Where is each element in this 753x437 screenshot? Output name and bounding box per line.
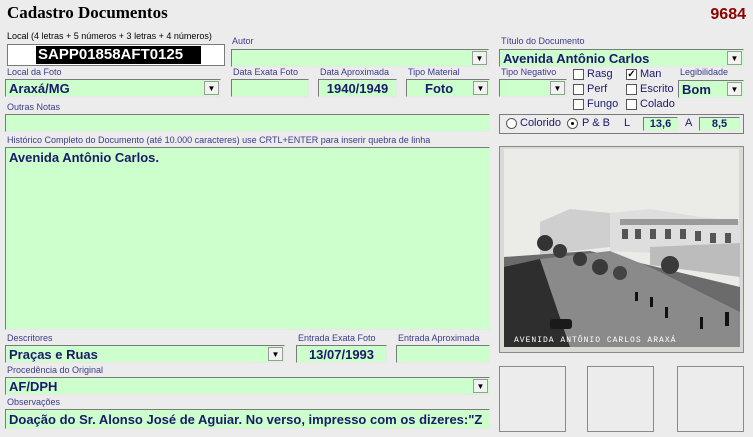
outras-notas-field[interactable] — [5, 114, 490, 132]
data-exata-foto-field[interactable] — [231, 79, 309, 97]
autor-field[interactable]: ▼ — [231, 49, 489, 67]
tipo-negativo-dropdown-button[interactable]: ▼ — [550, 81, 565, 95]
image-slot-3[interactable] — [677, 366, 744, 432]
titulo-value: Avenida Antônio Carlos — [503, 51, 650, 66]
entrada-aproximada-label: Entrada Aproximada — [398, 333, 480, 343]
titulo-label: Título do Documento — [501, 36, 585, 46]
autor-dropdown-button[interactable]: ▼ — [472, 51, 487, 65]
procedencia-dropdown-button[interactable]: ▼ — [473, 379, 488, 393]
colado-label: Colado — [640, 98, 675, 110]
local-foto-value: Araxá/MG — [9, 81, 70, 96]
colorido-radio[interactable] — [506, 118, 517, 129]
procedencia-value: AF/DPH — [9, 379, 58, 394]
local-foto-dropdown-button[interactable]: ▼ — [204, 81, 219, 95]
titulo-dropdown-button[interactable]: ▼ — [727, 51, 742, 65]
titulo-field[interactable]: Avenida Antônio Carlos ▼ — [499, 49, 744, 67]
tipo-material-dropdown-button[interactable]: ▼ — [473, 81, 488, 95]
legibilidade-label: Legibilidade — [680, 67, 729, 77]
observacoes-label: Observações — [7, 397, 61, 407]
legibilidade-dropdown-button[interactable]: ▼ — [727, 82, 742, 96]
street-photo-illustration — [500, 147, 743, 352]
entrada-exata-foto-field[interactable]: 13/07/1993 — [296, 345, 387, 363]
observacoes-field[interactable]: Doação do Sr. Alonso José de Aguiar. No … — [5, 409, 490, 429]
fungo-checkbox[interactable] — [573, 99, 584, 110]
document-photo: AVENIDA ANTÔNIO CARLOS ARAXÁ — [499, 146, 744, 353]
perf-label: Perf — [587, 83, 608, 95]
perf-checkbox[interactable] — [573, 84, 584, 95]
escrito-checkbox[interactable] — [626, 84, 637, 95]
procedencia-label: Procedência do Original — [7, 365, 104, 375]
local-foto-label: Local da Foto — [7, 67, 62, 77]
observacoes-value: Doação do Sr. Alonso José de Aguiar. No … — [9, 412, 483, 427]
man-label: Man — [640, 68, 662, 80]
local-field[interactable]: SAPP01858AFT0125 — [7, 44, 225, 66]
local-value: SAPP01858AFT0125 — [36, 46, 201, 64]
l-field[interactable]: 13,6 — [643, 117, 678, 131]
a-value: 8,5 — [711, 118, 728, 130]
entrada-aproximada-field[interactable] — [396, 345, 490, 363]
colado-checkbox[interactable] — [626, 99, 637, 110]
colorido-label: Colorido — [520, 117, 561, 129]
tipo-negativo-label: Tipo Negativo — [501, 67, 557, 77]
legibilidade-value: Bom — [682, 82, 711, 97]
autor-label: Autor — [232, 36, 254, 46]
data-aproximada-value: 1940/1949 — [326, 81, 389, 96]
fungo-label: Fungo — [587, 98, 619, 110]
record-id: 9684 — [710, 6, 746, 23]
image-slot-1[interactable] — [499, 366, 566, 432]
image-slot-2[interactable] — [587, 366, 654, 432]
procedencia-field[interactable]: AF/DPH ▼ — [5, 377, 490, 395]
pb-radio[interactable] — [567, 118, 578, 129]
man-checkbox[interactable]: ✓ — [626, 69, 637, 80]
a-field[interactable]: 8,5 — [699, 117, 740, 131]
descritores-dropdown-button[interactable]: ▼ — [268, 347, 283, 361]
l-value: 13,6 — [649, 118, 672, 130]
local-label: Local (4 letras + 5 números + 3 letras +… — [7, 31, 212, 41]
outras-notas-label: Outras Notas — [7, 102, 61, 112]
tipo-material-field[interactable]: Foto ▼ — [406, 79, 490, 97]
data-aproximada-field[interactable]: 1940/1949 — [318, 79, 397, 97]
legibilidade-field[interactable]: Bom ▼ — [678, 80, 744, 98]
l-label: L — [624, 117, 631, 129]
historico-value: Avenida Antônio Carlos. — [9, 150, 159, 165]
form-title: Cadastro Documentos — [7, 3, 168, 22]
descritores-value: Praças e Ruas — [9, 347, 98, 362]
data-aproximada-label: Data Aproximada — [320, 67, 390, 77]
data-exata-foto-label: Data Exata Foto — [233, 67, 299, 77]
pb-label: P & B — [582, 117, 610, 129]
color-mode-group: Colorido P & B L 13,6 A 8,5 — [499, 114, 744, 134]
tipo-material-value: Foto — [425, 81, 454, 96]
rasg-checkbox[interactable] — [573, 69, 584, 80]
rasg-label: Rasg — [587, 68, 613, 80]
tipo-negativo-field[interactable]: ▼ — [499, 79, 567, 97]
historico-label: Histórico Completo do Documento (até 10.… — [7, 135, 431, 145]
a-label: A — [685, 117, 693, 129]
tipo-material-label: Tipo Material — [408, 67, 460, 77]
local-foto-field[interactable]: Araxá/MG ▼ — [5, 79, 221, 97]
photo-caption: AVENIDA ANTÔNIO CARLOS ARAXÁ — [514, 336, 677, 345]
descritores-field[interactable]: Praças e Ruas ▼ — [5, 345, 285, 363]
historico-field[interactable]: Avenida Antônio Carlos. — [5, 147, 490, 330]
descritores-label: Descritores — [7, 333, 53, 343]
escrito-label: Escrito — [640, 83, 674, 95]
entrada-exata-foto-label: Entrada Exata Foto — [298, 333, 376, 343]
entrada-exata-foto-value: 13/07/1993 — [308, 347, 375, 362]
